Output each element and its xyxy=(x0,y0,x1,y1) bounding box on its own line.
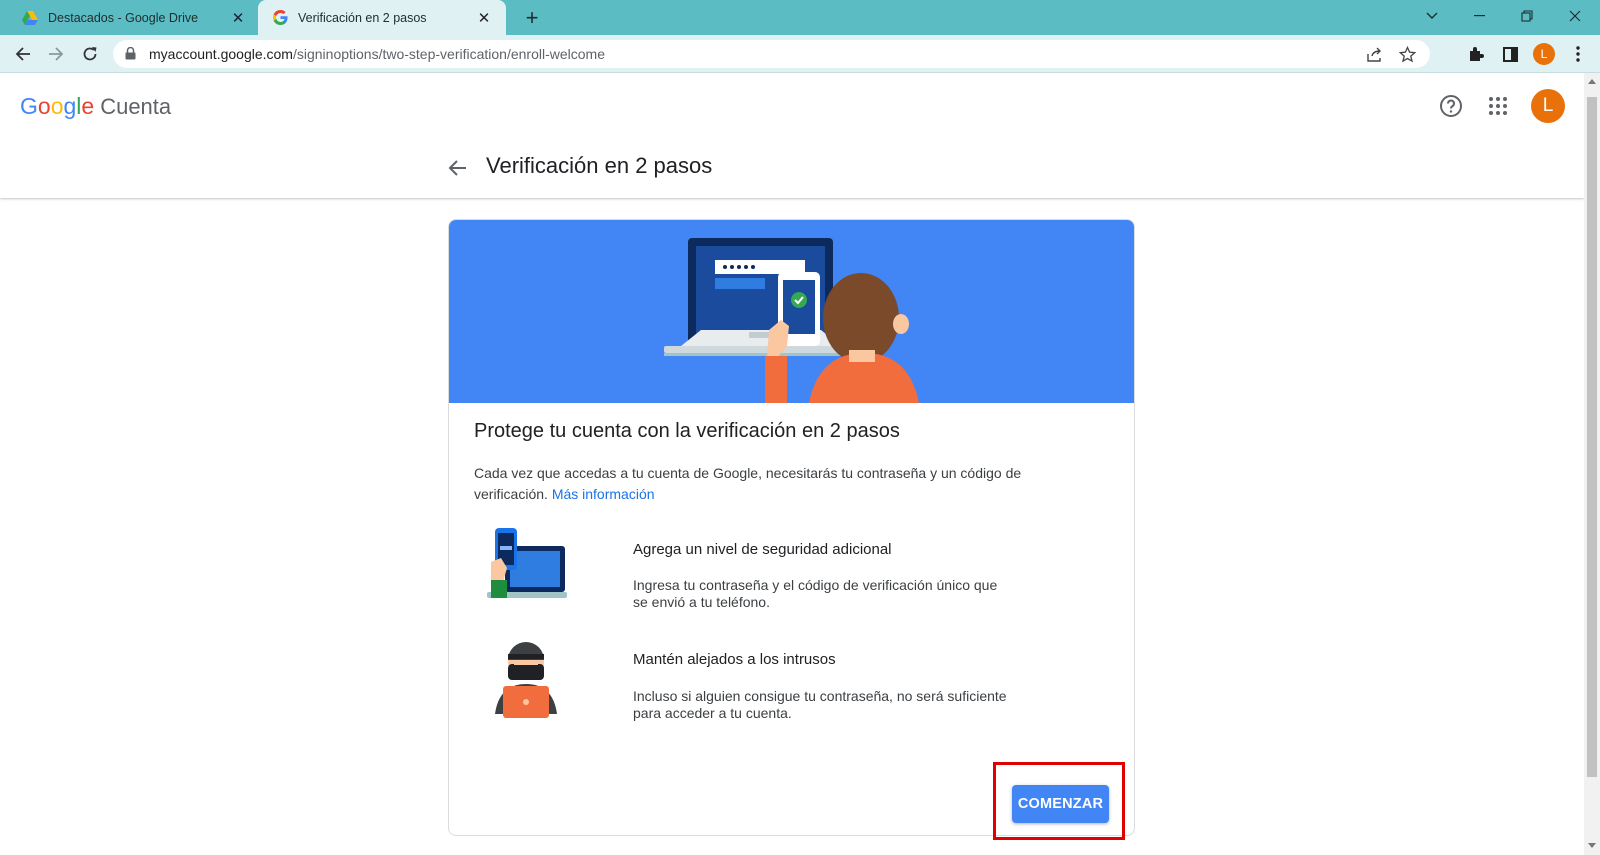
account-header: Google Cuenta L Verificación en 2 pasos xyxy=(0,73,1584,198)
address-bar[interactable]: myaccount.google.com/signinoptions/two-s… xyxy=(113,40,1430,68)
close-icon[interactable]: ✕ xyxy=(228,8,248,28)
lock-icon[interactable] xyxy=(125,46,137,61)
intruder-illustration-icon xyxy=(481,632,571,722)
google-drive-icon xyxy=(22,10,38,26)
back-arrow-icon[interactable] xyxy=(444,155,470,181)
highlight-annotation-box xyxy=(993,762,1125,840)
extensions-puzzle-icon[interactable] xyxy=(1466,44,1486,64)
feature-text: Ingresa tu contraseña y el código de ver… xyxy=(633,577,998,610)
close-icon[interactable]: ✕ xyxy=(474,8,494,28)
url-text: myaccount.google.com/signinoptions/two-s… xyxy=(149,46,605,62)
account-avatar[interactable]: L xyxy=(1531,89,1565,123)
scrollbar-thumb[interactable] xyxy=(1587,97,1597,777)
card-description: Cada vez que accedas a tu cuenta de Goog… xyxy=(474,465,1022,502)
side-panel-icon[interactable] xyxy=(1500,44,1520,64)
share-icon[interactable] xyxy=(1366,46,1384,64)
scroll-up-arrow-icon[interactable] xyxy=(1588,79,1596,84)
bookmark-star-icon[interactable] xyxy=(1398,45,1417,64)
enroll-card: Protege tu cuenta con la verificación en… xyxy=(448,219,1135,836)
tab-title: Verificación en 2 pasos xyxy=(298,10,427,25)
feature-text: Incluso si alguien consigue tu contraseñ… xyxy=(633,688,1007,721)
reload-icon[interactable] xyxy=(77,41,103,67)
page-content: Google Cuenta L Verificación en 2 pasos xyxy=(0,73,1584,855)
card-heading: Protege tu cuenta con la verificación en… xyxy=(474,420,900,442)
browser-tab-strip: Destacados - Google Drive ✕ Verificación… xyxy=(0,0,1600,35)
window-close-icon[interactable] xyxy=(1552,0,1598,32)
tab-google-drive[interactable]: Destacados - Google Drive ✕ xyxy=(8,0,260,35)
tab-two-step-verification[interactable]: Verificación en 2 pasos ✕ xyxy=(258,0,506,35)
back-icon[interactable] xyxy=(10,41,36,67)
google-account-logo[interactable]: Google Cuenta xyxy=(20,93,171,120)
page-title: Verificación en 2 pasos xyxy=(486,153,713,178)
feature-title: Agrega un nivel de seguridad adicional xyxy=(633,541,892,558)
forward-icon[interactable] xyxy=(43,41,69,67)
minimize-icon[interactable] xyxy=(1457,0,1503,32)
help-icon[interactable] xyxy=(1438,93,1464,119)
product-name: Cuenta xyxy=(100,94,172,119)
google-g-icon xyxy=(272,10,288,26)
more-info-link[interactable]: Más información xyxy=(552,486,655,502)
hero-illustration xyxy=(449,220,1134,403)
tab-search-chevron-icon[interactable] xyxy=(1409,0,1455,32)
restore-icon[interactable] xyxy=(1504,0,1550,32)
more-menu-icon[interactable] xyxy=(1568,44,1588,64)
page-scrollbar[interactable] xyxy=(1584,73,1600,855)
tab-title: Destacados - Google Drive xyxy=(48,10,199,25)
scroll-down-arrow-icon[interactable] xyxy=(1588,843,1596,848)
apps-grid-icon[interactable] xyxy=(1485,93,1511,119)
browser-toolbar: myaccount.google.com/signinoptions/two-s… xyxy=(0,35,1600,73)
feature-title: Mantén alejados a los intrusos xyxy=(633,651,836,668)
new-tab-plus-icon[interactable]: + xyxy=(520,5,544,30)
profile-avatar[interactable]: L xyxy=(1533,43,1555,65)
phone-laptop-illustration-icon xyxy=(481,522,571,612)
